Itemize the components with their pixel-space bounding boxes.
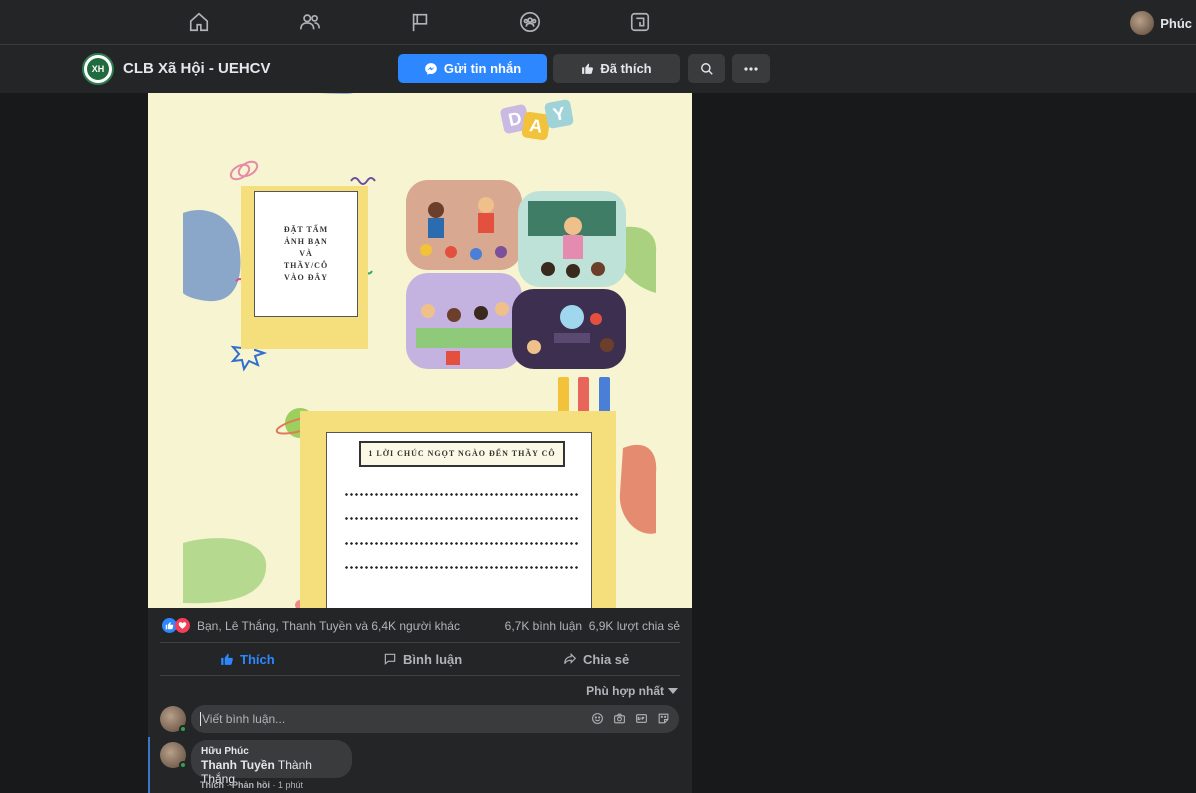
shares-count[interactable]: 6,9K lượt chia sẻ bbox=[589, 619, 680, 633]
comment-thread-indicator bbox=[148, 737, 150, 793]
divider bbox=[160, 675, 680, 676]
avatar[interactable] bbox=[160, 706, 187, 733]
profile-chip[interactable]: Phúc bbox=[1130, 9, 1196, 37]
camera-icon[interactable] bbox=[612, 711, 627, 726]
wish-line-1 bbox=[344, 493, 580, 496]
top-navigation: Phúc bbox=[0, 0, 1196, 45]
comment-input-placeholder: Viết bình luận... bbox=[200, 712, 286, 726]
page-title[interactable]: CLB Xã Hội - UEHCV bbox=[123, 60, 271, 77]
home-icon[interactable] bbox=[187, 10, 211, 34]
share-label: Chia sẻ bbox=[583, 651, 630, 667]
page-logo-text: XH bbox=[87, 58, 109, 80]
comment-label: Bình luận bbox=[403, 651, 463, 667]
avatar bbox=[1130, 11, 1155, 35]
comments-count[interactable]: 6,7K bình luận bbox=[505, 619, 582, 633]
gif-icon[interactable] bbox=[634, 711, 649, 726]
comment-button[interactable]: Bình luận bbox=[383, 650, 462, 668]
post-image[interactable]: D A Y ĐẶT TẤM ẢNH BẠN VÀ THẦY/CÔ VÀO ĐÂY… bbox=[148, 93, 692, 608]
gaming-icon[interactable] bbox=[628, 10, 652, 34]
post-stats: 6,7K bình luận 6,9K lượt chia sẻ bbox=[505, 619, 680, 633]
day-tile-y: Y bbox=[543, 98, 575, 130]
composer-tools bbox=[590, 711, 671, 726]
sticker-icon[interactable] bbox=[656, 711, 671, 726]
like-button[interactable]: Thích bbox=[220, 650, 275, 668]
photo-frame: ĐẶT TẤM ẢNH BẠN VÀ THẦY/CÔ VÀO ĐÂY bbox=[254, 191, 358, 317]
pages-flag-icon[interactable] bbox=[408, 10, 432, 34]
comment-sort-dropdown[interactable]: Phù hợp nhất bbox=[586, 684, 678, 698]
wish-line-2 bbox=[344, 517, 580, 520]
photo-frame-text-3: VÀ bbox=[299, 249, 313, 258]
comment-icon bbox=[384, 653, 396, 665]
more-dots-icon bbox=[744, 66, 758, 71]
comment-time[interactable]: 1 phút bbox=[278, 780, 303, 790]
sort-label: Phù hợp nhất bbox=[586, 684, 664, 698]
search-icon bbox=[700, 62, 713, 75]
caret-down-icon bbox=[668, 688, 678, 694]
avatar[interactable] bbox=[160, 742, 187, 769]
reactions-summary: Bạn, Lê Thắng, Thanh Tuyền và 6,4K người… bbox=[162, 617, 680, 635]
photo-frame-text-5: VÀO ĐÂY bbox=[283, 273, 329, 282]
emoji-icon[interactable] bbox=[590, 711, 605, 726]
comment-input[interactable]: Viết bình luận... bbox=[191, 705, 679, 733]
comment-author[interactable]: Hữu Phúc bbox=[201, 746, 342, 757]
messenger-icon bbox=[425, 62, 437, 75]
love-reaction-icon bbox=[175, 618, 190, 633]
divider bbox=[160, 642, 680, 643]
wish-title: 1 LỜI CHÚC NGỌT NGÀO ĐẾN THẦY CÔ bbox=[359, 441, 565, 467]
page-header-bar: XH CLB Xã Hội - UEHCV Gửi tin nhắn Đã th… bbox=[0, 45, 1196, 93]
more-button[interactable] bbox=[732, 54, 770, 83]
online-status-dot bbox=[179, 725, 187, 733]
comment-like-link[interactable]: Thích bbox=[200, 780, 224, 790]
post: D A Y ĐẶT TẤM ẢNH BẠN VÀ THẦY/CÔ VÀO ĐÂY… bbox=[148, 93, 692, 793]
photo-frame-text-2: ẢNH BẠN bbox=[284, 237, 328, 246]
wish-line-4 bbox=[344, 566, 580, 569]
thumbs-up-icon bbox=[582, 63, 594, 74]
online-status-dot bbox=[179, 761, 187, 769]
photo-frame-text-1: ĐẶT TẤM bbox=[283, 225, 329, 234]
classroom-illustration-3 bbox=[406, 273, 522, 369]
comment-meta: Thích · Phản hồi · 1 phút bbox=[200, 780, 304, 790]
comment-bubble: Hữu Phúc Thanh Tuyền Thành Thắng bbox=[191, 740, 352, 786]
profile-name: Phúc bbox=[1160, 15, 1192, 31]
wish-line-3 bbox=[344, 542, 580, 545]
reaction-icons[interactable] bbox=[162, 618, 190, 633]
wish-card: 1 LỜI CHÚC NGỌT NGÀO ĐẾN THẦY CÔ bbox=[326, 432, 592, 608]
like-label: Thích bbox=[240, 651, 275, 667]
search-button[interactable] bbox=[688, 54, 725, 83]
send-message-label: Gửi tin nhắn bbox=[443, 61, 522, 76]
groups-icon[interactable] bbox=[518, 10, 542, 34]
share-icon bbox=[564, 652, 577, 664]
share-button[interactable]: Chia sẻ bbox=[563, 650, 629, 668]
photo-frame-text-4: THẦY/CÔ bbox=[283, 261, 329, 270]
liked-label: Đã thích bbox=[600, 61, 652, 76]
comment-reply-link[interactable]: Phản hồi bbox=[232, 780, 270, 790]
liked-button[interactable]: Đã thích bbox=[553, 54, 680, 83]
classroom-illustration-2 bbox=[518, 191, 626, 287]
page-logo[interactable]: XH bbox=[82, 53, 114, 85]
classroom-illustration-1 bbox=[406, 180, 522, 270]
classroom-illustration-4 bbox=[512, 289, 626, 369]
thumbs-up-icon bbox=[221, 653, 233, 665]
send-message-button[interactable]: Gửi tin nhắn bbox=[398, 54, 547, 83]
reactions-names[interactable]: Bạn, Lê Thắng, Thanh Tuyền và 6,4K người… bbox=[197, 619, 460, 633]
friends-icon[interactable] bbox=[298, 10, 322, 34]
comment-mention[interactable]: Thanh Tuyền bbox=[201, 758, 275, 772]
